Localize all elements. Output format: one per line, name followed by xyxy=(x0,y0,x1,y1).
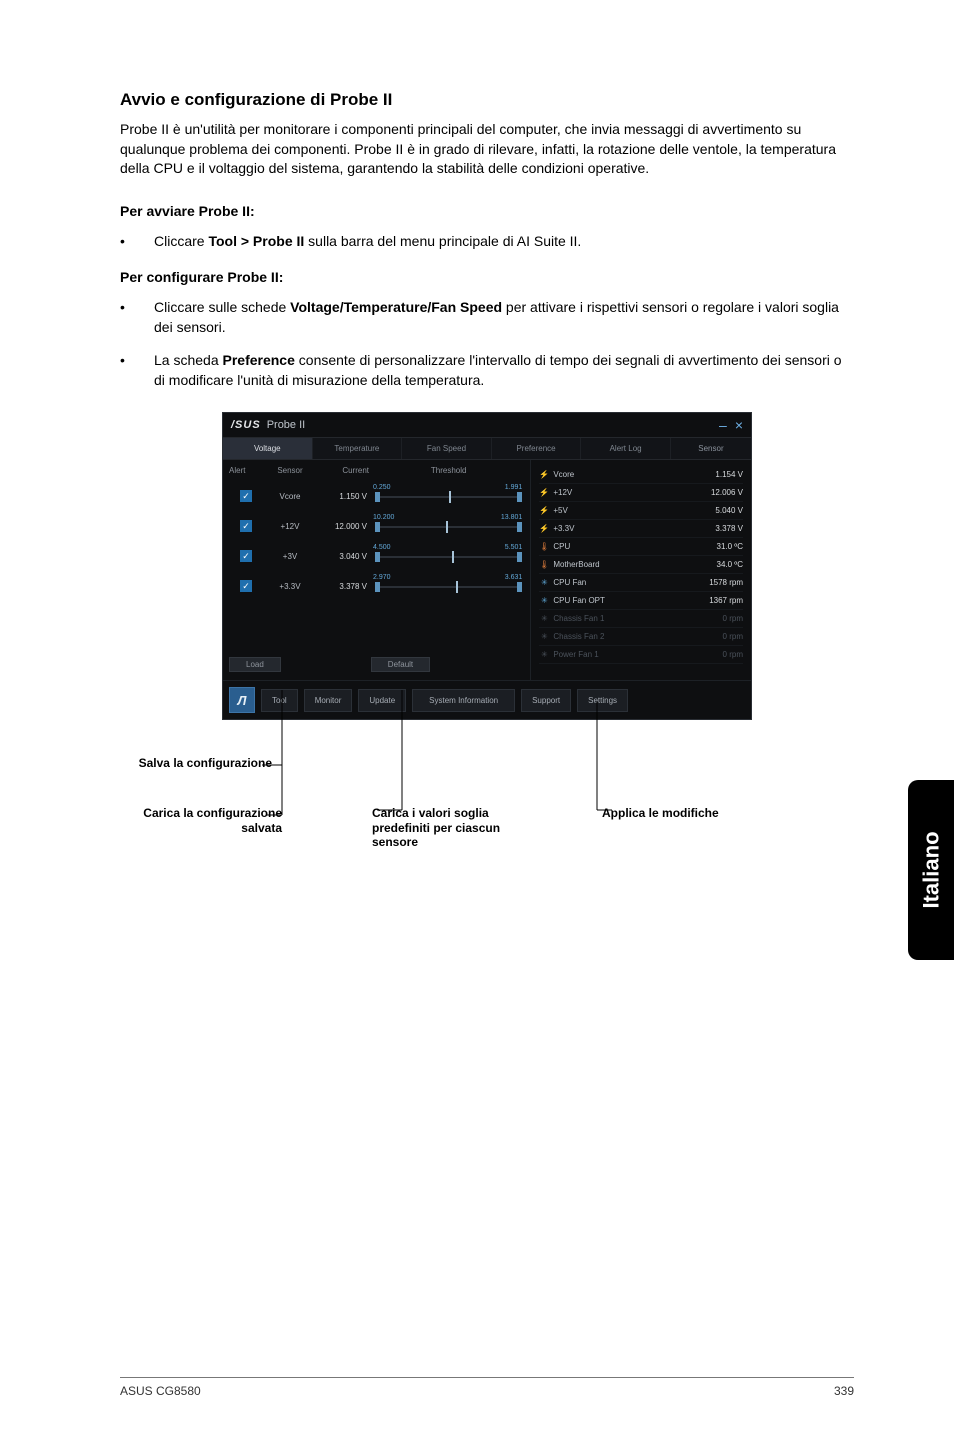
metric-row: ⚡+3.3V3.378 V xyxy=(539,520,743,538)
alert-checkbox[interactable]: ✓ xyxy=(240,490,252,502)
threshold-slider[interactable]: 10.200 13.801 xyxy=(373,515,524,537)
minimize-icon[interactable]: – xyxy=(719,417,727,433)
config-label: Per configurare Probe II: xyxy=(120,269,854,285)
system-info-button[interactable]: System Information xyxy=(412,689,515,712)
start-bullet: Cliccare Tool > Probe II sulla barra del… xyxy=(154,231,854,251)
metric-row: ⚡+12V12.006 V xyxy=(539,484,743,502)
threshold-slider[interactable]: 2.970 3.631 xyxy=(373,575,524,597)
metric-row-disabled: ✳Power Fan 10 rpm xyxy=(539,646,743,664)
footer-model: ASUS CG8580 xyxy=(120,1384,201,1398)
support-button[interactable]: Support xyxy=(521,689,571,712)
start-label: Per avviare Probe II: xyxy=(120,203,854,219)
config-bullet-1: Cliccare sulle schede Voltage/Temperatur… xyxy=(154,297,854,338)
col-current: Current xyxy=(317,466,373,475)
metric-row: ✳CPU Fan OPT1367 rpm xyxy=(539,592,743,610)
sensor-row: ✓ +12V 12.000 V 10.200 13.801 xyxy=(229,511,524,541)
language-side-tab: Italiano xyxy=(908,780,954,960)
col-alert: Alert xyxy=(229,466,263,475)
monitor-button[interactable]: Monitor xyxy=(304,689,353,712)
fan-icon: ✳ xyxy=(539,578,549,587)
load-button[interactable]: Load xyxy=(229,657,281,672)
sensor-row: ✓ +3.3V 3.378 V 2.970 3.631 xyxy=(229,571,524,601)
update-button[interactable]: Update xyxy=(358,689,406,712)
bolt-icon: ⚡ xyxy=(539,488,549,497)
fan-icon: ✳ xyxy=(539,614,549,623)
alert-checkbox[interactable]: ✓ xyxy=(240,580,252,592)
tab-alert-log[interactable]: Alert Log xyxy=(581,438,671,459)
annotation-apply: Applica le modifiche xyxy=(602,806,722,820)
bolt-icon: ⚡ xyxy=(539,470,549,479)
tab-voltage[interactable]: Voltage xyxy=(223,438,313,459)
threshold-slider[interactable]: 0.250 1.991 xyxy=(373,485,524,507)
window-title: Probe II xyxy=(267,419,306,431)
metric-row-disabled: ✳Chassis Fan 10 rpm xyxy=(539,610,743,628)
probe-window: /SUS Probe II – × Voltage Temperature Fa… xyxy=(222,412,752,720)
thermometer-icon: 🌡 xyxy=(539,560,549,569)
section-heading: Avvio e configurazione di Probe II xyxy=(120,90,854,110)
metric-row: 🌡CPU31.0 ºC xyxy=(539,538,743,556)
alert-checkbox[interactable]: ✓ xyxy=(240,550,252,562)
tab-temperature[interactable]: Temperature xyxy=(313,438,403,459)
thermometer-icon: 🌡 xyxy=(539,542,549,551)
ai-suite-logo-icon[interactable]: Л xyxy=(229,687,255,713)
bolt-icon: ⚡ xyxy=(539,506,549,515)
metric-row-disabled: ✳Chassis Fan 20 rpm xyxy=(539,628,743,646)
bullet-dot: • xyxy=(120,297,154,338)
bullet-dot: • xyxy=(120,350,154,391)
sensor-row: ✓ Vcore 1.150 V 0.250 1.991 xyxy=(229,481,524,511)
col-threshold: Threshold xyxy=(373,466,524,475)
fan-icon: ✳ xyxy=(539,596,549,605)
annotation-load: Carica la configurazione salvata xyxy=(112,806,282,835)
metric-row: 🌡MotherBoard34.0 ºC xyxy=(539,556,743,574)
metric-row: ⚡Vcore1.154 V xyxy=(539,466,743,484)
annotation-default: Carica i valori soglia predefiniti per c… xyxy=(372,806,542,849)
brand-logo: /SUS xyxy=(231,419,261,431)
tab-fan-speed[interactable]: Fan Speed xyxy=(402,438,492,459)
intro-paragraph: Probe II è un'utilità per monitorare i c… xyxy=(120,120,854,179)
settings-button[interactable]: Settings xyxy=(577,689,628,712)
sensor-panel-label: Sensor xyxy=(671,438,751,459)
col-sensor: Sensor xyxy=(263,466,317,475)
metric-row: ⚡+5V5.040 V xyxy=(539,502,743,520)
fan-icon: ✳ xyxy=(539,632,549,641)
annotation-save: Salva la configurazione xyxy=(112,756,272,770)
tool-button[interactable]: Tool xyxy=(261,689,298,712)
bolt-icon: ⚡ xyxy=(539,524,549,533)
metric-row: ✳CPU Fan1578 rpm xyxy=(539,574,743,592)
config-bullet-2: La scheda Preference consente di persona… xyxy=(154,350,854,391)
footer-page-number: 339 xyxy=(834,1384,854,1398)
default-button[interactable]: Default xyxy=(371,657,430,672)
alert-checkbox[interactable]: ✓ xyxy=(240,520,252,532)
close-icon[interactable]: × xyxy=(735,417,743,433)
fan-icon: ✳ xyxy=(539,650,549,659)
sensor-row: ✓ +3V 3.040 V 4.500 5.501 xyxy=(229,541,524,571)
threshold-slider[interactable]: 4.500 5.501 xyxy=(373,545,524,567)
tab-preference[interactable]: Preference xyxy=(492,438,582,459)
bullet-dot: • xyxy=(120,231,154,251)
